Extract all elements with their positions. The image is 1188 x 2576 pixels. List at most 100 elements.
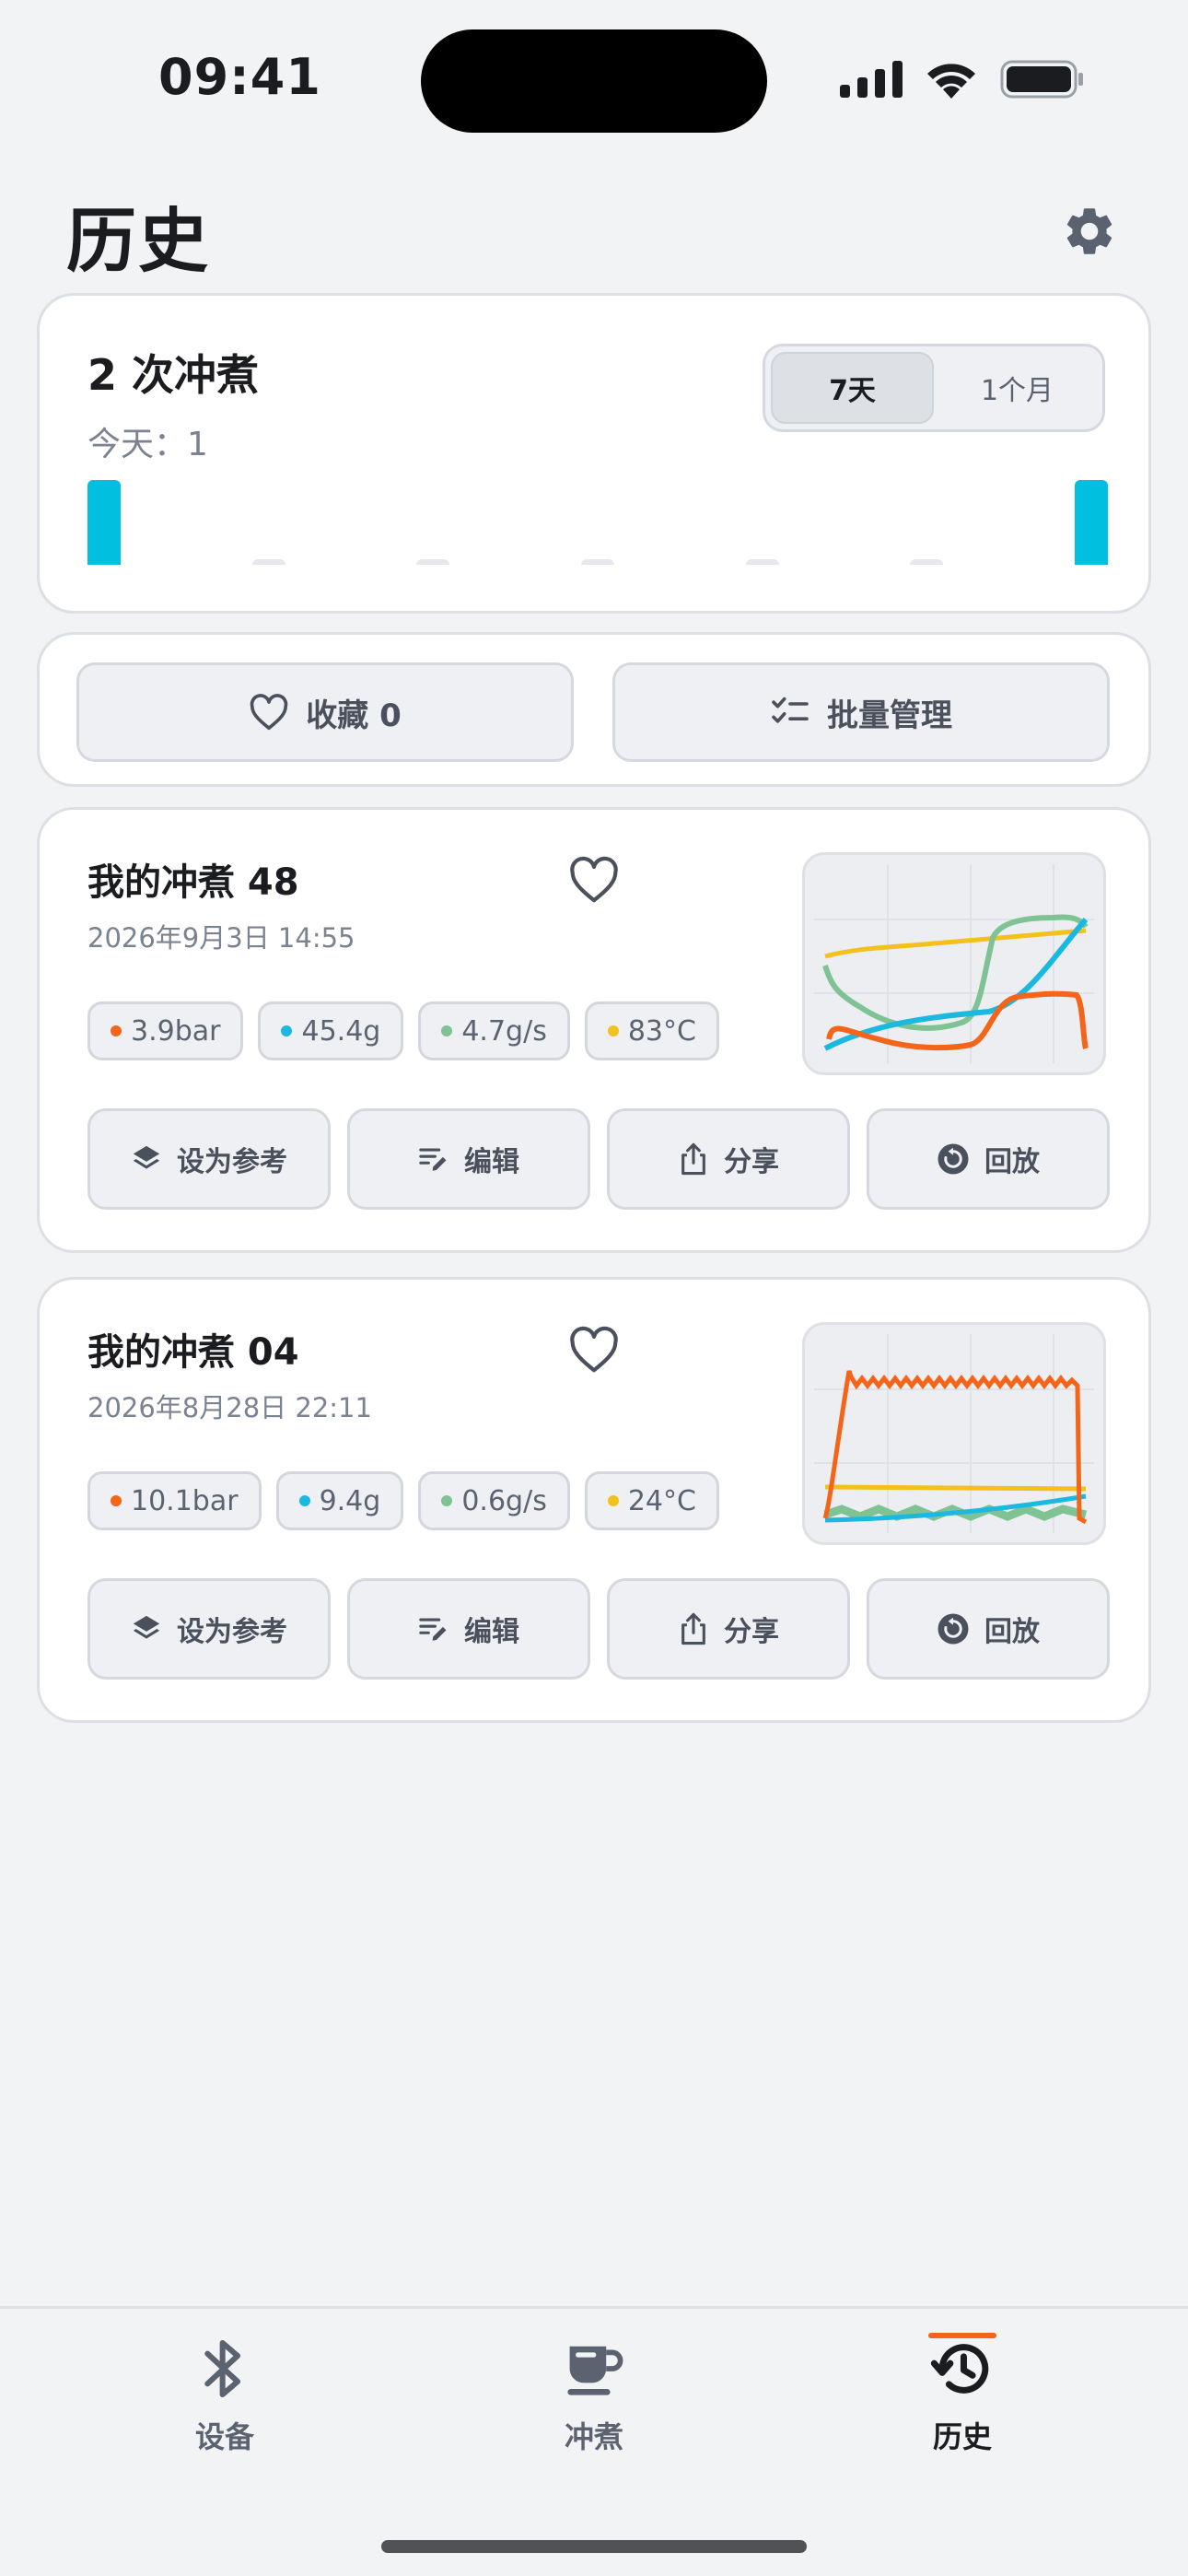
pressure-value: 3.9bar: [131, 1014, 221, 1048]
replay-button[interactable]: 回放: [867, 1578, 1110, 1680]
brew-actions: 设为参考 编辑 分享 回放: [87, 1108, 1110, 1210]
bluetooth-icon: [204, 2339, 241, 2398]
pressure-value: 10.1bar: [131, 1484, 239, 1517]
settings-button[interactable]: [1061, 203, 1118, 260]
history-actions-card: 收藏 0 批量管理: [37, 632, 1151, 787]
brew-date: 2026年9月3日 14:55: [87, 922, 355, 954]
heart-outline-icon: [570, 1326, 618, 1373]
set-reference-label: 设为参考: [177, 1146, 287, 1178]
temp-dot: [607, 1025, 619, 1036]
heart-outline-icon: [570, 856, 618, 903]
favorites-label: 收藏 0: [306, 697, 402, 734]
set-reference-button[interactable]: 设为参考: [87, 1578, 331, 1680]
share-label: 分享: [724, 1146, 779, 1178]
tab-device-label: 设备: [194, 2419, 254, 2454]
brew-name: 我的冲煮 04: [87, 1331, 299, 1374]
dynamic-island: [421, 29, 767, 133]
share-label: 分享: [724, 1616, 779, 1648]
brew-metrics: 3.9bar 45.4g 4.7g/s 83°C: [87, 1001, 719, 1060]
replay-label: 回放: [984, 1616, 1040, 1648]
checklist-icon: [772, 697, 809, 723]
daily-bar: [910, 559, 944, 565]
pressure-curve: [822, 1370, 1088, 1525]
flow-value: 0.6g/s: [461, 1484, 547, 1517]
edit-button[interactable]: 编辑: [347, 1578, 590, 1680]
today-count: 今天：1: [87, 426, 208, 463]
weight-dot: [281, 1025, 293, 1036]
brew-card[interactable]: 我的冲煮 04 2026年8月28日 22:11 10.1bar 9.4g 0.…: [37, 1277, 1151, 1723]
temperature-curve: [824, 928, 1087, 959]
brew-actions: 设为参考 编辑 分享 回放: [87, 1578, 1110, 1680]
temp-value: 24°C: [627, 1484, 696, 1517]
brew-metrics: 10.1bar 9.4g 0.6g/s 24°C: [87, 1471, 719, 1530]
flow-dot: [441, 1495, 453, 1506]
layers-icon: [133, 1615, 160, 1639]
page-title: 历史: [66, 200, 210, 282]
brew-name: 我的冲煮 48: [87, 861, 299, 904]
share-button[interactable]: 分享: [607, 1108, 850, 1210]
daily-bar: [416, 559, 450, 565]
replay-button[interactable]: 回放: [867, 1108, 1110, 1210]
replay-label: 回放: [984, 1146, 1040, 1178]
flow-chip: 0.6g/s: [418, 1471, 570, 1530]
gear-icon: [1066, 208, 1112, 254]
temperature-curve: [824, 1484, 1087, 1492]
batch-manage-label: 批量管理: [827, 697, 952, 734]
replay-icon: [938, 1143, 969, 1175]
share-icon: [681, 1142, 705, 1176]
brew-card[interactable]: 我的冲煮 48 2026年9月3日 14:55 3.9bar 45.4g 4.7…: [37, 807, 1151, 1253]
weight-chip: 45.4g: [258, 1001, 404, 1060]
edit-button[interactable]: 编辑: [347, 1108, 590, 1210]
tab-device[interactable]: 设备: [133, 2336, 317, 2484]
brew-curve-thumbnail: [802, 852, 1106, 1075]
heart-outline-icon: [250, 694, 288, 731]
coffee-cup-icon: [567, 2346, 623, 2395]
range-7-days-button[interactable]: 7天: [771, 352, 934, 424]
status-time: 09:41: [158, 48, 321, 106]
flow-value: 4.7g/s: [461, 1014, 547, 1048]
edit-label: 编辑: [464, 1146, 519, 1178]
weight-value: 9.4g: [319, 1484, 381, 1517]
daily-bar: [581, 559, 614, 565]
batch-manage-button[interactable]: 批量管理: [612, 662, 1110, 762]
brew-count-title: 2 次冲煮: [87, 350, 260, 400]
cellular-signal-icon: [840, 61, 903, 98]
home-indicator: [381, 2540, 807, 2553]
tab-history-label: 历史: [932, 2419, 992, 2454]
edit-notes-icon: [419, 1618, 447, 1641]
range-1-month-button[interactable]: 1个月: [938, 352, 1097, 424]
flow-chip: 4.7g/s: [418, 1001, 570, 1060]
weight-value: 45.4g: [301, 1014, 381, 1048]
flow-dot: [441, 1025, 453, 1036]
temp-chip: 83°C: [584, 1001, 719, 1060]
favorite-button[interactable]: [568, 856, 623, 907]
temp-chip: 24°C: [584, 1471, 719, 1530]
brew-date: 2026年8月28日 22:11: [87, 1392, 372, 1423]
temp-value: 83°C: [627, 1014, 696, 1048]
favorites-filter-button[interactable]: 收藏 0: [76, 662, 574, 762]
weight-dot: [298, 1495, 310, 1506]
status-bar: 09:41: [0, 0, 1188, 157]
weight-chip: 9.4g: [275, 1471, 404, 1530]
edit-label: 编辑: [464, 1616, 519, 1648]
battery-icon: [1000, 60, 1083, 99]
share-icon: [681, 1612, 705, 1645]
tab-bar: 设备 冲煮 历史: [0, 2306, 1188, 2576]
daily-bar: [251, 559, 285, 565]
favorite-button[interactable]: [568, 1326, 623, 1377]
share-button[interactable]: 分享: [607, 1578, 850, 1680]
edit-notes-icon: [419, 1148, 447, 1171]
range-segmented-control: 7天 1个月: [763, 344, 1105, 432]
active-tab-indicator: [928, 2333, 996, 2338]
tab-brew[interactable]: 冲煮: [502, 2336, 686, 2484]
summary-card: 2 次冲煮 今天：1 7天 1个月: [37, 293, 1151, 614]
tab-history[interactable]: 历史: [870, 2333, 1054, 2484]
set-reference-button[interactable]: 设为参考: [87, 1108, 331, 1210]
pressure-chip: 10.1bar: [87, 1471, 262, 1530]
pressure-dot: [111, 1025, 122, 1036]
brew-curve-thumbnail: [802, 1322, 1106, 1545]
daily-bar: [1075, 480, 1108, 565]
replay-icon: [938, 1613, 969, 1645]
daily-bar: [745, 559, 779, 565]
status-icons: [840, 57, 1085, 101]
